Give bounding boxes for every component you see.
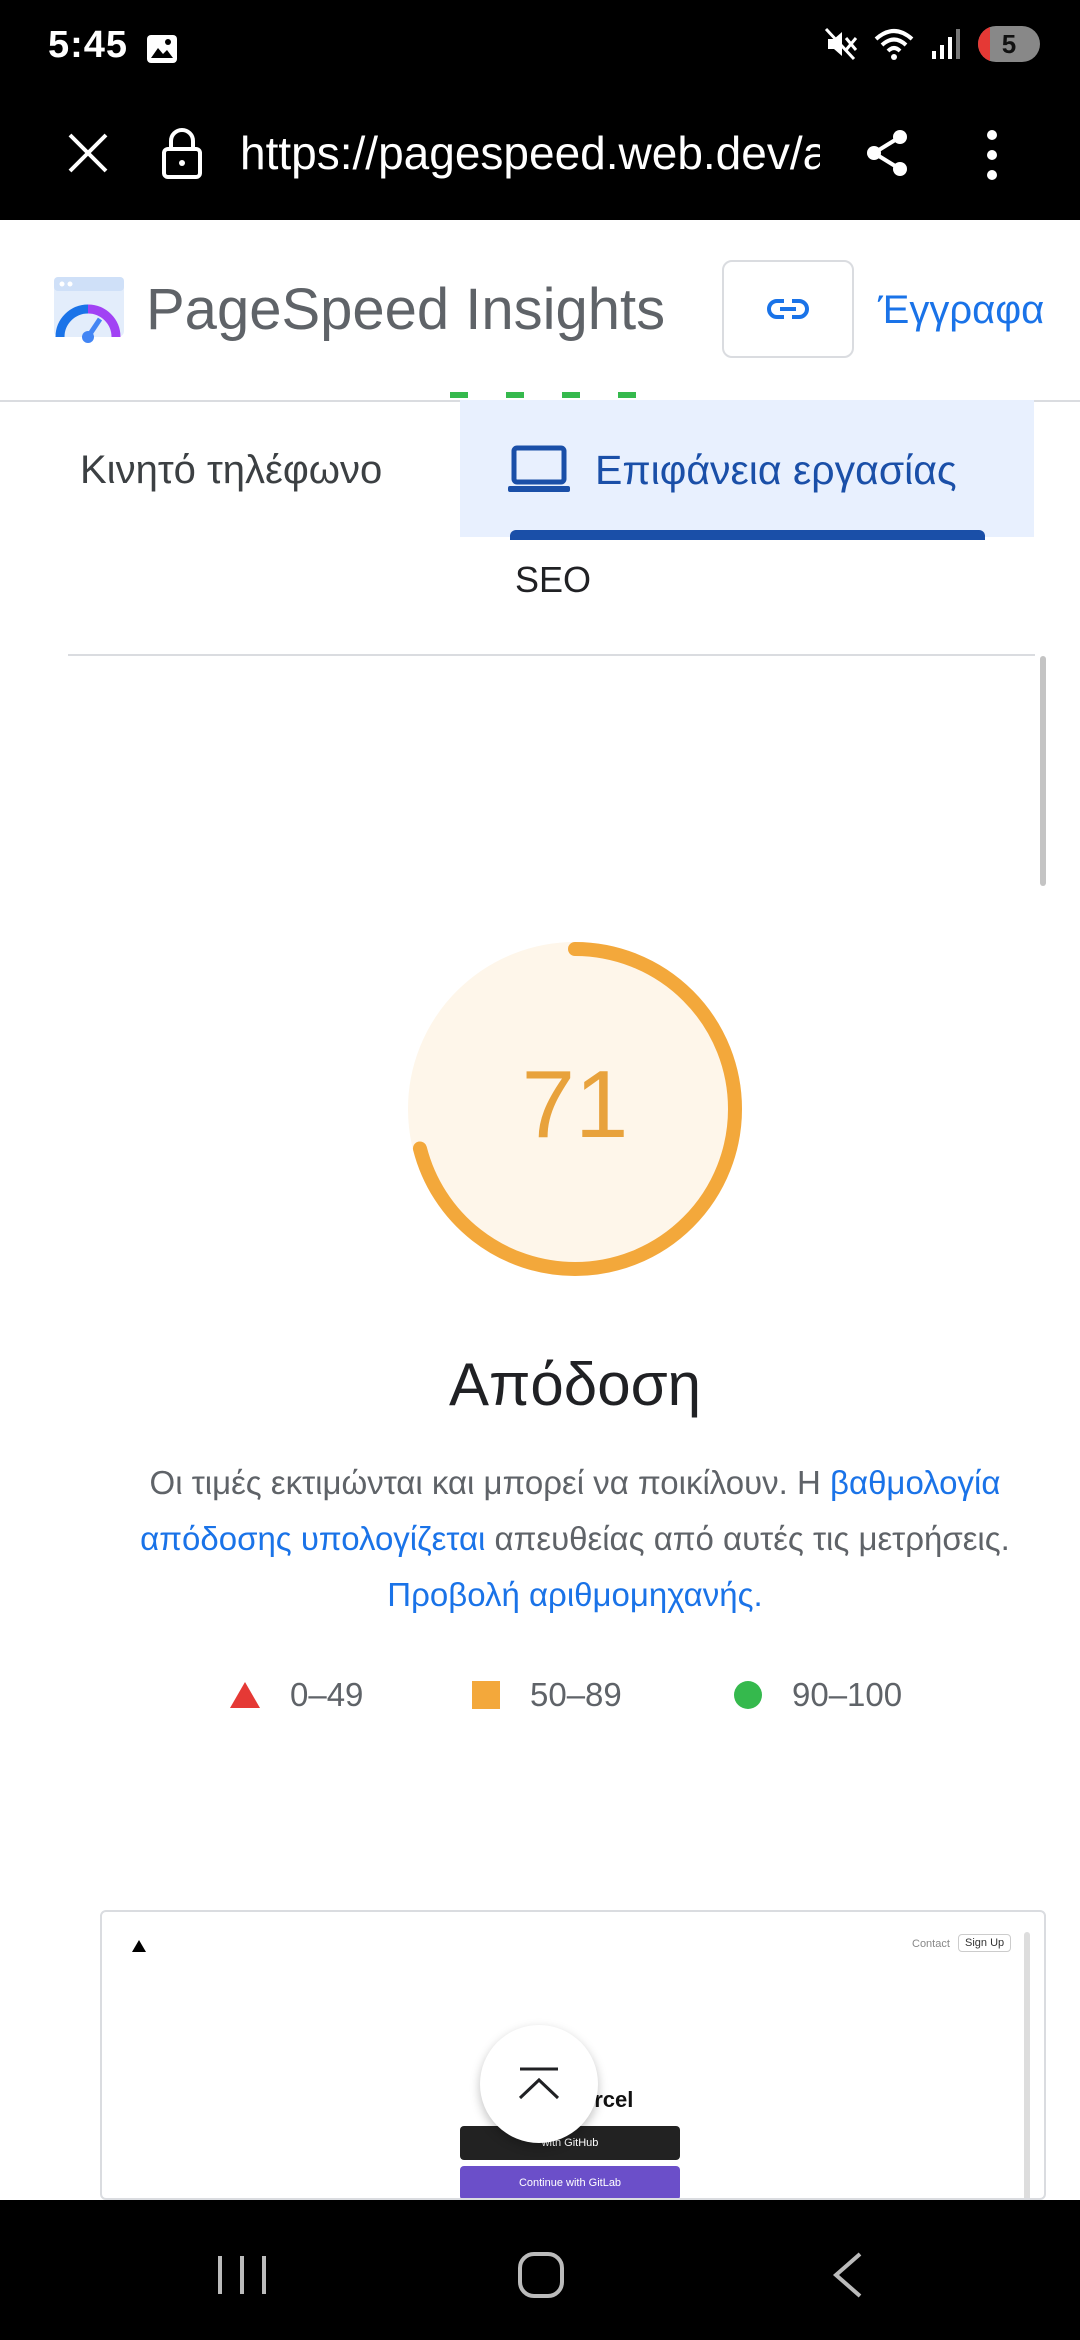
performance-description: Οι τιμές εκτιμώνται και μπορεί να ποικίλ… (100, 1455, 1050, 1623)
legend-range-fail: 0–49 (290, 1676, 364, 1713)
share-icon[interactable] (862, 127, 912, 179)
signal-icon (932, 29, 960, 59)
gallery-icon (147, 35, 177, 63)
tab-mobile[interactable]: Κινητό τηλέφωνο (80, 440, 382, 500)
scrollbar[interactable] (1040, 656, 1046, 886)
vercel-logo-icon (132, 1940, 146, 1952)
performance-title: Απόδοση (449, 1351, 701, 1418)
circle-icon (734, 1681, 762, 1709)
divider (68, 654, 1035, 656)
site-title: PageSpeed Insights (146, 277, 666, 342)
legend-range-average: 50–89 (530, 1676, 622, 1713)
triangle-icon (230, 1682, 260, 1708)
more-options-icon[interactable] (972, 127, 1012, 183)
preview-signup: Sign Up (958, 1934, 1012, 1952)
legend-item-average: 50–89 (472, 1670, 622, 1720)
category-label[interactable]: SEO (515, 555, 591, 605)
scroll-to-top-button[interactable] (480, 2025, 598, 2143)
status-bar: 5:45 5 (0, 0, 1080, 85)
preview-contact: Contact (912, 1938, 950, 1950)
desc-text-1: Οι τιμές εκτιμώνται και μπορεί να ποικίλ… (149, 1464, 831, 1501)
legend-range-pass: 90–100 (792, 1676, 903, 1713)
copy-link-button[interactable] (722, 260, 854, 358)
scroll-top-icon (518, 2067, 560, 2100)
tab-desktop-label: Επιφάνεια εργασίας (595, 447, 957, 493)
desc-text-2: απευθείας από αυτές τις μετρήσεις. (485, 1520, 1010, 1557)
site-header: PageSpeed Insights Έγγραφα (0, 220, 1080, 402)
calculator-link[interactable]: Προβολή αριθμομηχανής. (387, 1576, 762, 1613)
back-icon[interactable] (830, 2250, 866, 2300)
battery-badge: 5 (978, 26, 1040, 62)
home-icon[interactable] (516, 2250, 566, 2300)
browser-toolbar: https://pagespeed.web.dev/a (0, 85, 1080, 220)
laptop-icon (508, 445, 570, 492)
tab-active-indicator (510, 530, 985, 540)
legend-item-fail: 0–49 (230, 1670, 363, 1720)
system-nav-bar (0, 2200, 1080, 2340)
square-icon (472, 1681, 500, 1709)
mute-icon (824, 27, 858, 61)
docs-link[interactable]: Έγγραφα (878, 282, 1044, 338)
lock-icon[interactable] (160, 125, 204, 181)
status-icons: 5 (824, 22, 1040, 66)
url-field[interactable]: https://pagespeed.web.dev/a (240, 123, 820, 183)
status-time: 5:45 (48, 24, 129, 66)
wifi-icon (874, 29, 914, 60)
legend-item-pass: 90–100 (734, 1670, 902, 1720)
preview-gitlab-button: Continue with GitLab (460, 2166, 680, 2198)
recent-apps-icon[interactable] (214, 2252, 270, 2298)
score-legend: 0–49 50–89 90–100 (0, 1670, 1080, 1720)
score-value: 71 (521, 1051, 629, 1158)
link-icon (767, 299, 809, 319)
pagespeed-logo-icon (54, 277, 124, 343)
preview-scrollbar (1024, 1932, 1030, 2198)
tab-desktop[interactable]: Επιφάνεια εργασίας (460, 400, 1034, 537)
close-icon[interactable] (60, 125, 116, 181)
